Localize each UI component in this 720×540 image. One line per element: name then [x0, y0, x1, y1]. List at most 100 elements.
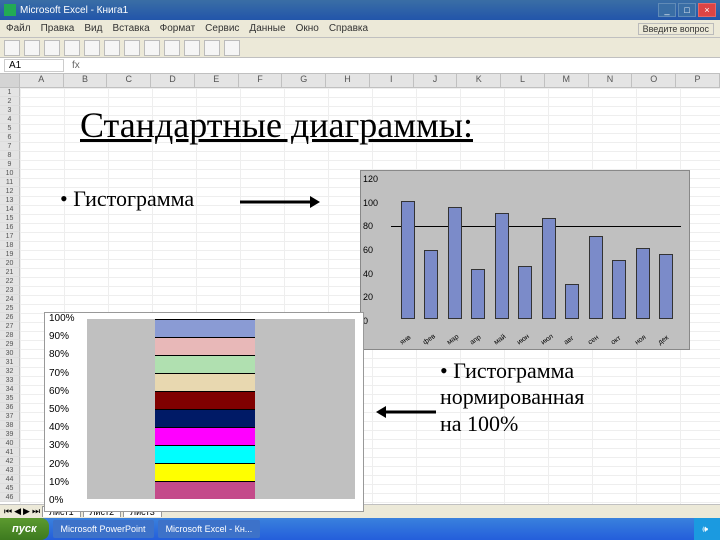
arrow-right-icon	[240, 194, 320, 210]
column-header[interactable]: A	[20, 74, 64, 87]
row-header[interactable]: 30	[0, 349, 20, 358]
column-header[interactable]: B	[64, 74, 108, 87]
column-header[interactable]: I	[370, 74, 414, 87]
row-header[interactable]: 38	[0, 421, 20, 430]
row-header[interactable]: 42	[0, 457, 20, 466]
row-header[interactable]: 20	[0, 259, 20, 268]
row-header[interactable]: 4	[0, 115, 20, 124]
toolbar-button[interactable]	[84, 40, 100, 56]
toolbar-button[interactable]	[124, 40, 140, 56]
row-header[interactable]: 16	[0, 223, 20, 232]
column-header[interactable]: H	[326, 74, 370, 87]
row-header[interactable]: 25	[0, 304, 20, 313]
column-header[interactable]: D	[151, 74, 195, 87]
tab-nav-next[interactable]: ▶	[23, 506, 30, 517]
column-header[interactable]: G	[282, 74, 326, 87]
row-header[interactable]: 41	[0, 448, 20, 457]
start-button[interactable]: пуск	[0, 518, 49, 540]
column-header[interactable]: N	[589, 74, 633, 87]
tab-nav-prev[interactable]: ◀	[14, 506, 21, 517]
row-header[interactable]: 11	[0, 178, 20, 187]
row-header[interactable]: 3	[0, 106, 20, 115]
row-header[interactable]: 35	[0, 394, 20, 403]
minimize-button[interactable]: _	[658, 3, 676, 17]
column-header[interactable]: E	[195, 74, 239, 87]
row-header[interactable]: 18	[0, 241, 20, 250]
tab-nav-first[interactable]: ⏮	[4, 506, 12, 517]
column-header[interactable]: O	[632, 74, 676, 87]
row-header[interactable]: 15	[0, 214, 20, 223]
row-header[interactable]: 23	[0, 286, 20, 295]
row-header[interactable]: 31	[0, 358, 20, 367]
row-header[interactable]: 29	[0, 340, 20, 349]
row-header[interactable]: 37	[0, 412, 20, 421]
select-all-corner[interactable]	[0, 74, 20, 87]
column-header[interactable]: C	[107, 74, 151, 87]
row-header[interactable]: 12	[0, 187, 20, 196]
column-header[interactable]: M	[545, 74, 589, 87]
row-header[interactable]: 36	[0, 403, 20, 412]
toolbar-button[interactable]	[164, 40, 180, 56]
column-header[interactable]: P	[676, 74, 720, 87]
taskbar-item[interactable]: Microsoft Excel - Кн...	[158, 520, 261, 538]
row-header[interactable]: 5	[0, 124, 20, 133]
menu-edit[interactable]: Правка	[41, 23, 75, 34]
menu-help[interactable]: Справка	[329, 23, 368, 34]
menu-format[interactable]: Формат	[160, 23, 196, 34]
menu-view[interactable]: Вид	[84, 23, 102, 34]
row-header[interactable]: 10	[0, 169, 20, 178]
column-header[interactable]: J	[414, 74, 458, 87]
menu-insert[interactable]: Вставка	[112, 23, 149, 34]
row-header[interactable]: 45	[0, 484, 20, 493]
toolbar-button[interactable]	[144, 40, 160, 56]
row-header[interactable]: 33	[0, 376, 20, 385]
row-header[interactable]: 40	[0, 439, 20, 448]
menu-data[interactable]: Данные	[249, 23, 285, 34]
toolbar-button[interactable]	[204, 40, 220, 56]
row-header[interactable]: 26	[0, 313, 20, 322]
row-header[interactable]: 6	[0, 133, 20, 142]
toolbar-button[interactable]	[104, 40, 120, 56]
row-header[interactable]: 39	[0, 430, 20, 439]
tray-icon[interactable]: 🕪	[702, 524, 708, 535]
system-tray[interactable]: 🕪	[694, 518, 720, 540]
row-header[interactable]: 32	[0, 367, 20, 376]
row-header[interactable]: 44	[0, 475, 20, 484]
row-header[interactable]: 13	[0, 196, 20, 205]
toolbar-button[interactable]	[4, 40, 20, 56]
toolbar-button[interactable]	[44, 40, 60, 56]
row-header[interactable]: 2	[0, 97, 20, 106]
row-header[interactable]: 17	[0, 232, 20, 241]
help-search-box[interactable]: Введите вопрос	[638, 23, 714, 35]
row-header[interactable]: 24	[0, 295, 20, 304]
menu-window[interactable]: Окно	[296, 23, 319, 34]
row-header[interactable]: 43	[0, 466, 20, 475]
row-header[interactable]: 19	[0, 250, 20, 259]
row-header[interactable]: 22	[0, 277, 20, 286]
row-header[interactable]: 9	[0, 160, 20, 169]
tab-nav-last[interactable]: ⏭	[32, 506, 40, 517]
column-header[interactable]: F	[239, 74, 283, 87]
taskbar-item[interactable]: Microsoft PowerPoint	[53, 520, 154, 538]
row-header[interactable]: 8	[0, 151, 20, 160]
toolbar-button[interactable]	[184, 40, 200, 56]
row-header[interactable]: 1	[0, 88, 20, 97]
toolbar-button[interactable]	[24, 40, 40, 56]
toolbar-button[interactable]	[64, 40, 80, 56]
column-header[interactable]: K	[457, 74, 501, 87]
column-header[interactable]: L	[501, 74, 545, 87]
row-header[interactable]: 21	[0, 268, 20, 277]
fx-icon[interactable]: fx	[72, 60, 80, 71]
row-header[interactable]: 34	[0, 385, 20, 394]
row-header[interactable]: 14	[0, 205, 20, 214]
maximize-button[interactable]: □	[678, 3, 696, 17]
close-button[interactable]: ×	[698, 3, 716, 17]
toolbar-button[interactable]	[224, 40, 240, 56]
menu-file[interactable]: Файл	[6, 23, 31, 34]
name-box[interactable]: A1	[4, 59, 64, 72]
row-header[interactable]: 27	[0, 322, 20, 331]
row-header[interactable]: 28	[0, 331, 20, 340]
row-header[interactable]: 46	[0, 493, 20, 502]
row-header[interactable]: 7	[0, 142, 20, 151]
menu-tools[interactable]: Сервис	[205, 23, 239, 34]
